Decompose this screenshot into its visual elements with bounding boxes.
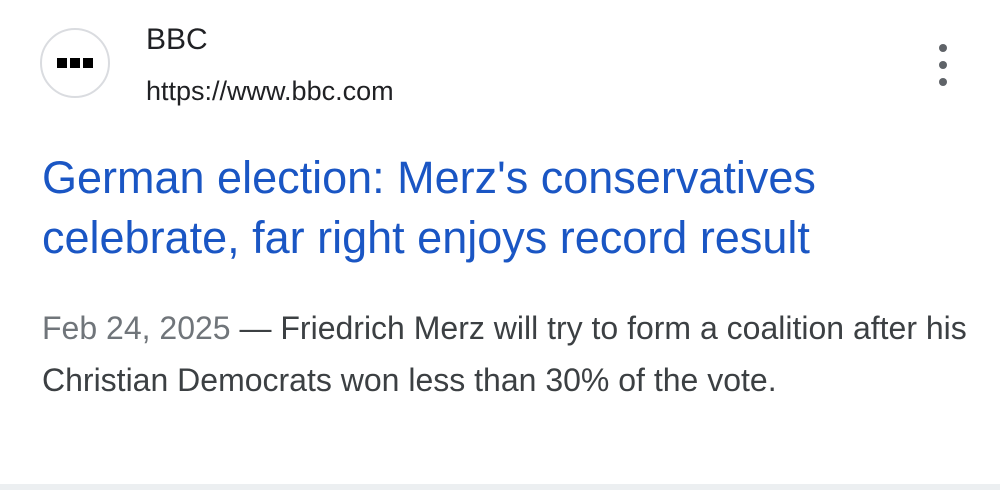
date-separator: —: [230, 310, 281, 346]
logo-block: [70, 58, 80, 68]
menu-dot: [939, 78, 947, 86]
logo-block: [57, 58, 67, 68]
site-name[interactable]: BBC: [146, 22, 208, 58]
divider: [0, 484, 1000, 490]
menu-dot: [939, 61, 947, 69]
site-url[interactable]: https://www.bbc.com: [146, 74, 394, 108]
result-title-link[interactable]: German election: Merz's conservatives ce…: [42, 148, 982, 268]
bbc-logo-icon[interactable]: [40, 28, 110, 98]
logo-block: [83, 58, 93, 68]
result-date: Feb 24, 2025: [42, 310, 231, 346]
result-snippet: Feb 24, 2025 — Friedrich Merz will try t…: [42, 302, 972, 406]
search-result: BBC https://www.bbc.com German election:…: [0, 0, 1000, 484]
menu-dot: [939, 44, 947, 52]
more-vert-icon[interactable]: [926, 44, 960, 86]
